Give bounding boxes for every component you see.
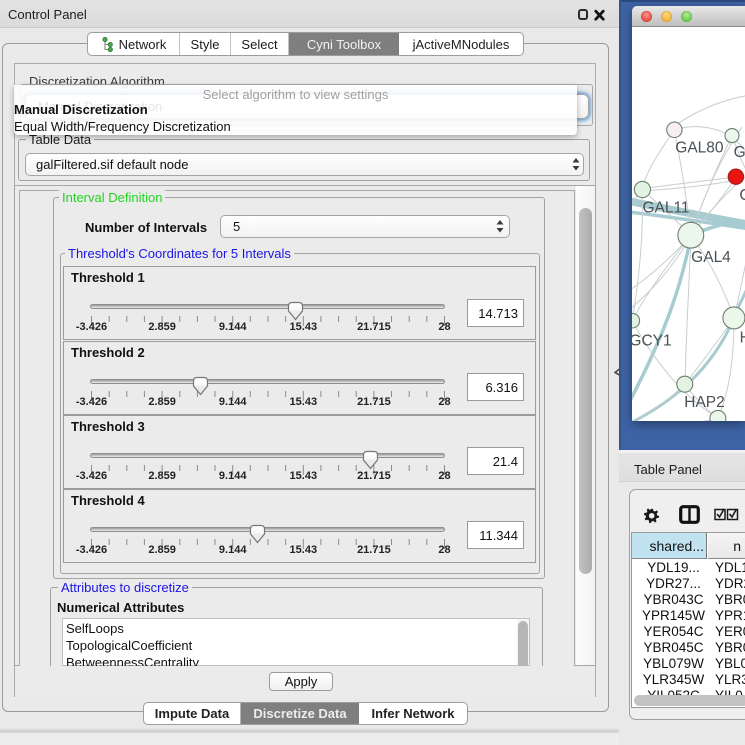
- svg-text:GA: GA: [734, 144, 745, 161]
- svg-text:GCY1: GCY1: [632, 333, 672, 350]
- svg-text:GAL80: GAL80: [675, 139, 724, 156]
- svg-text:GAL4: GAL4: [691, 249, 731, 266]
- svg-text:GAL11: GAL11: [642, 200, 689, 217]
- svg-text:CD: CD: [739, 187, 745, 204]
- svg-text:HAP2: HAP2: [684, 394, 725, 411]
- svg-text:H: H: [740, 329, 745, 346]
